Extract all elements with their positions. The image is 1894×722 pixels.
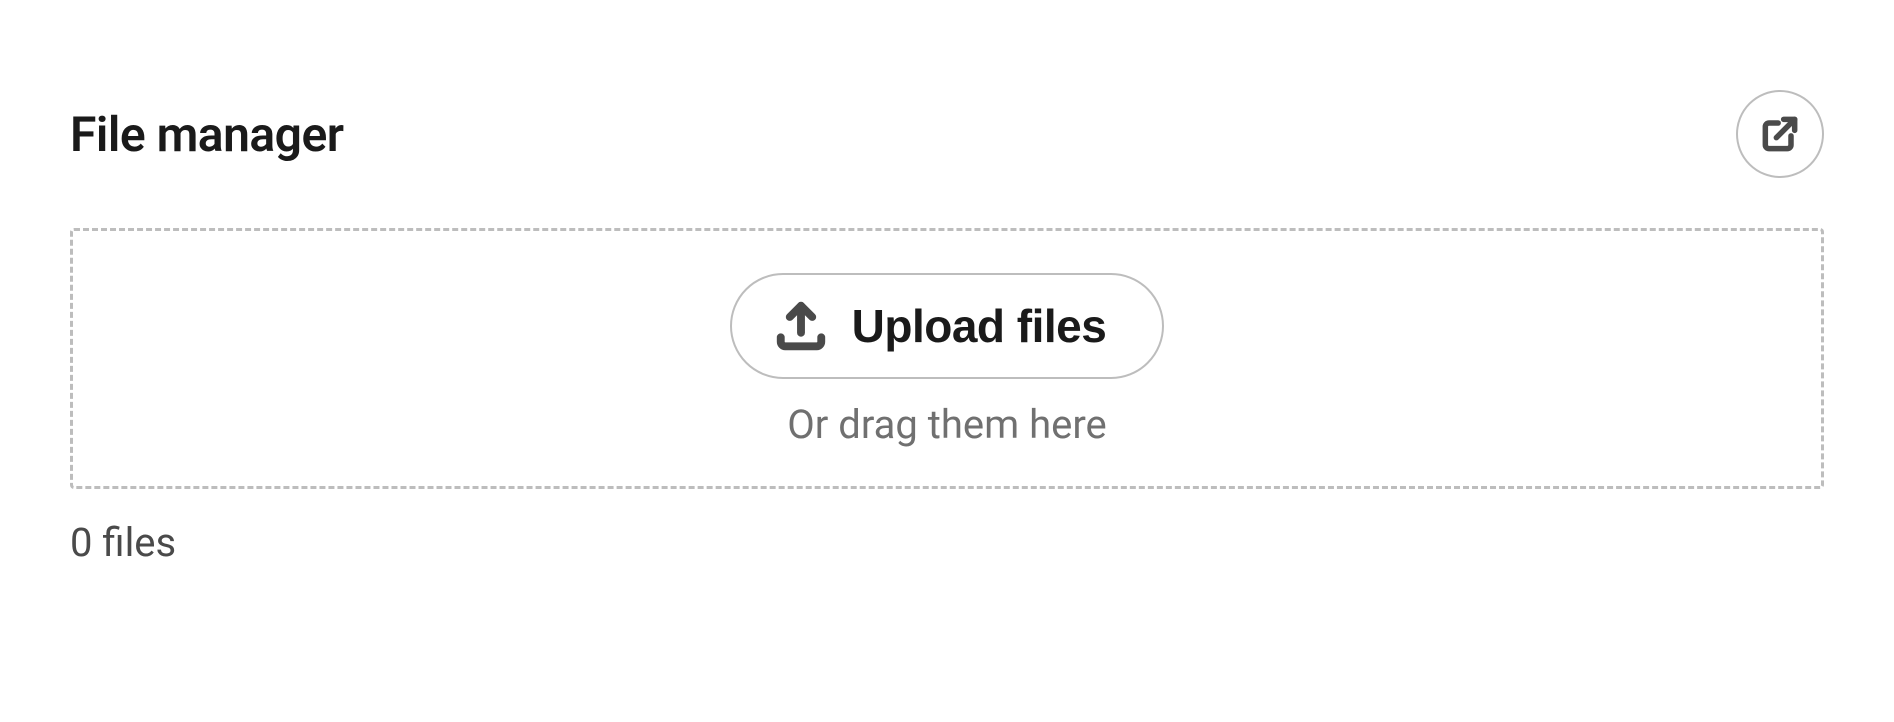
open-external-button[interactable]	[1736, 90, 1824, 178]
file-dropzone[interactable]: Upload files Or drag them here	[70, 228, 1824, 489]
external-link-icon	[1758, 112, 1802, 156]
file-manager-panel: File manager Upload files Or drag them h…	[0, 0, 1894, 566]
header-row: File manager	[70, 90, 1824, 178]
page-title: File manager	[70, 106, 344, 163]
drag-hint-text: Or drag them here	[787, 401, 1106, 448]
upload-files-button[interactable]: Upload files	[730, 273, 1165, 379]
upload-icon	[774, 299, 828, 353]
file-count-text: 0 files	[70, 519, 1824, 566]
upload-button-label: Upload files	[852, 299, 1107, 353]
